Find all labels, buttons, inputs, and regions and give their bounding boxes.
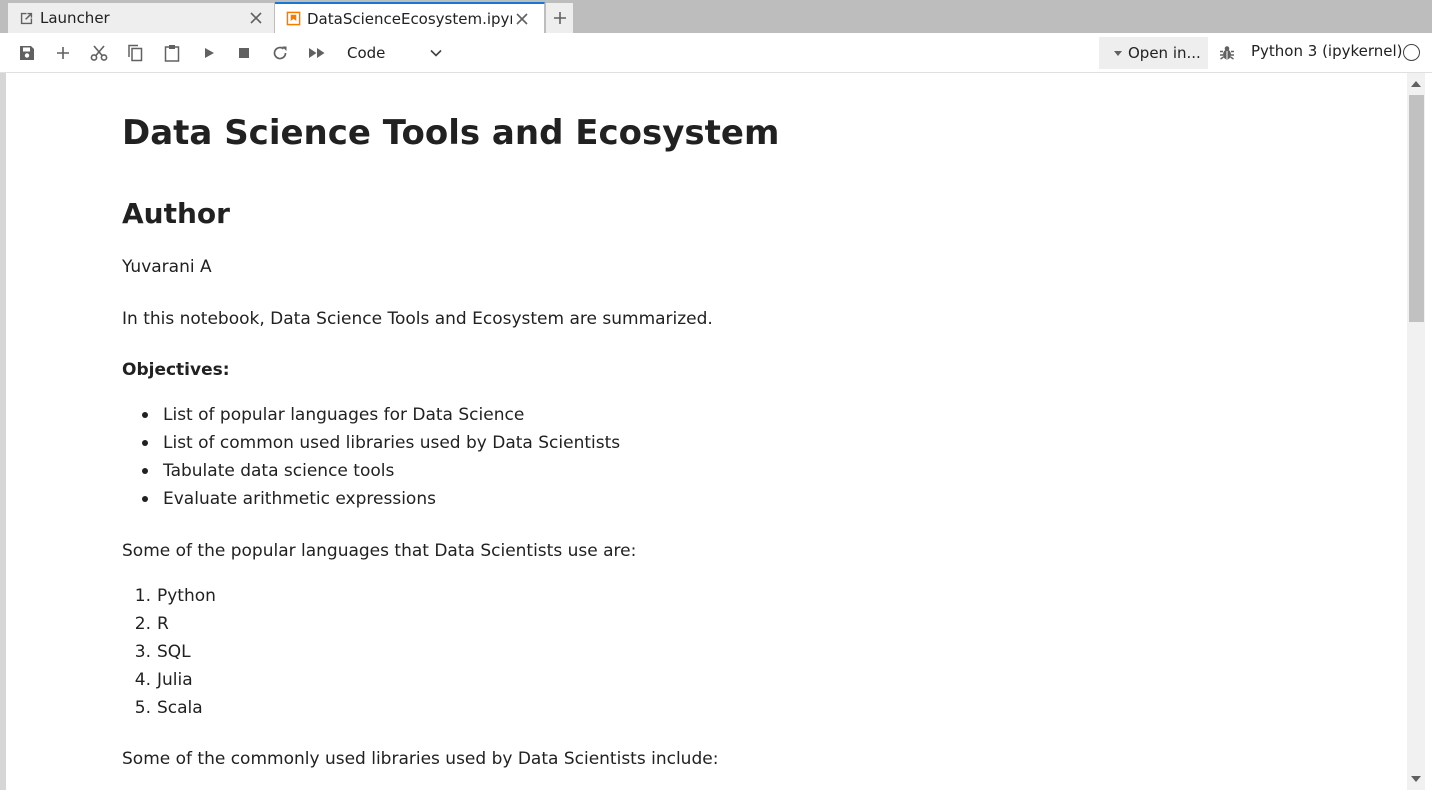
notebook-panel: Data Science Tools and Ecosystem Author … — [0, 73, 1432, 790]
run-button[interactable] — [195, 39, 223, 67]
list-item: 1. Python — [134, 586, 216, 606]
play-icon — [205, 48, 214, 58]
clipboard-icon — [164, 45, 180, 62]
scrollbar-thumb[interactable] — [1409, 95, 1424, 322]
scroll-up-icon[interactable] — [1411, 81, 1421, 87]
languages-intro: Some of the popular languages that Data … — [122, 541, 637, 561]
open-in-label: Open in... — [1128, 44, 1201, 62]
open-in-button[interactable]: Open in... — [1099, 37, 1208, 69]
languages-list: 1. Python 2. R 3. SQL 4. Julia 5. Scala — [122, 582, 216, 722]
author-heading: Author — [122, 197, 230, 230]
restart-button[interactable] — [266, 39, 294, 67]
list-item: List of common used libraries used by Da… — [122, 429, 620, 457]
list-item: 3. SQL — [134, 642, 191, 662]
list-item: List of popular languages for Data Scien… — [122, 401, 620, 429]
stop-icon — [239, 48, 249, 58]
kernel-status-icon — [1403, 44, 1420, 61]
list-item: 5. Scala — [134, 698, 203, 718]
fast-forward-icon — [309, 48, 325, 58]
scroll-down-icon[interactable] — [1411, 776, 1421, 782]
list-item: 4. Julia — [134, 670, 193, 690]
tab-label: DataScienceEcosystem.ipynb — [307, 9, 512, 28]
cell-type-select[interactable]: Code — [340, 39, 452, 67]
cell-type-value: Code — [347, 44, 386, 62]
list-item: Evaluate arithmetic expressions — [122, 485, 620, 513]
kernel-name[interactable]: Python 3 (ipykernel) — [1251, 42, 1403, 60]
plus-icon — [553, 12, 566, 24]
save-icon — [20, 46, 34, 60]
paste-button[interactable] — [158, 39, 186, 67]
tab-label: Launcher — [40, 9, 110, 27]
close-icon[interactable] — [246, 8, 266, 28]
copy-button[interactable] — [121, 39, 149, 67]
refresh-icon — [273, 46, 287, 60]
insert-cell-button[interactable] — [49, 39, 77, 67]
page-title: Data Science Tools and Ecosystem — [122, 113, 780, 153]
launcher-icon — [18, 10, 34, 26]
tab-launcher[interactable]: Launcher — [7, 2, 275, 33]
objectives-list: List of popular languages for Data Scien… — [122, 401, 620, 513]
caret-down-icon — [1114, 50, 1122, 56]
libraries-intro: Some of the commonly used libraries used… — [122, 749, 719, 769]
save-button[interactable] — [13, 39, 41, 67]
scissors-icon — [90, 45, 108, 61]
interrupt-button[interactable] — [230, 39, 258, 67]
copy-icon — [128, 44, 143, 62]
debugger-button[interactable] — [1213, 39, 1241, 67]
bug-icon — [1220, 46, 1234, 60]
add-tab-button[interactable] — [545, 2, 574, 33]
vertical-scrollbar[interactable] — [1407, 73, 1425, 790]
notebook-toolbar: Code Open in... Python 3 (ipykernel) — [0, 33, 1432, 73]
list-item: Tabulate data science tools — [122, 457, 620, 485]
tab-bar: Launcher DataScienceEcosystem.ipynb — [0, 0, 1432, 33]
chevron-down-icon — [430, 49, 442, 57]
cut-button[interactable] — [85, 39, 113, 67]
run-all-button[interactable] — [303, 39, 331, 67]
author-name: Yuvarani A — [122, 257, 212, 277]
close-icon[interactable] — [512, 9, 532, 29]
objectives-label: Objectives: — [122, 360, 230, 380]
list-item: 2. R — [134, 614, 169, 634]
tab-notebook[interactable]: DataScienceEcosystem.ipynb — [275, 2, 545, 33]
notebook-icon — [285, 11, 301, 27]
plus-icon — [57, 47, 69, 59]
intro-text: In this notebook, Data Science Tools and… — [122, 309, 713, 329]
